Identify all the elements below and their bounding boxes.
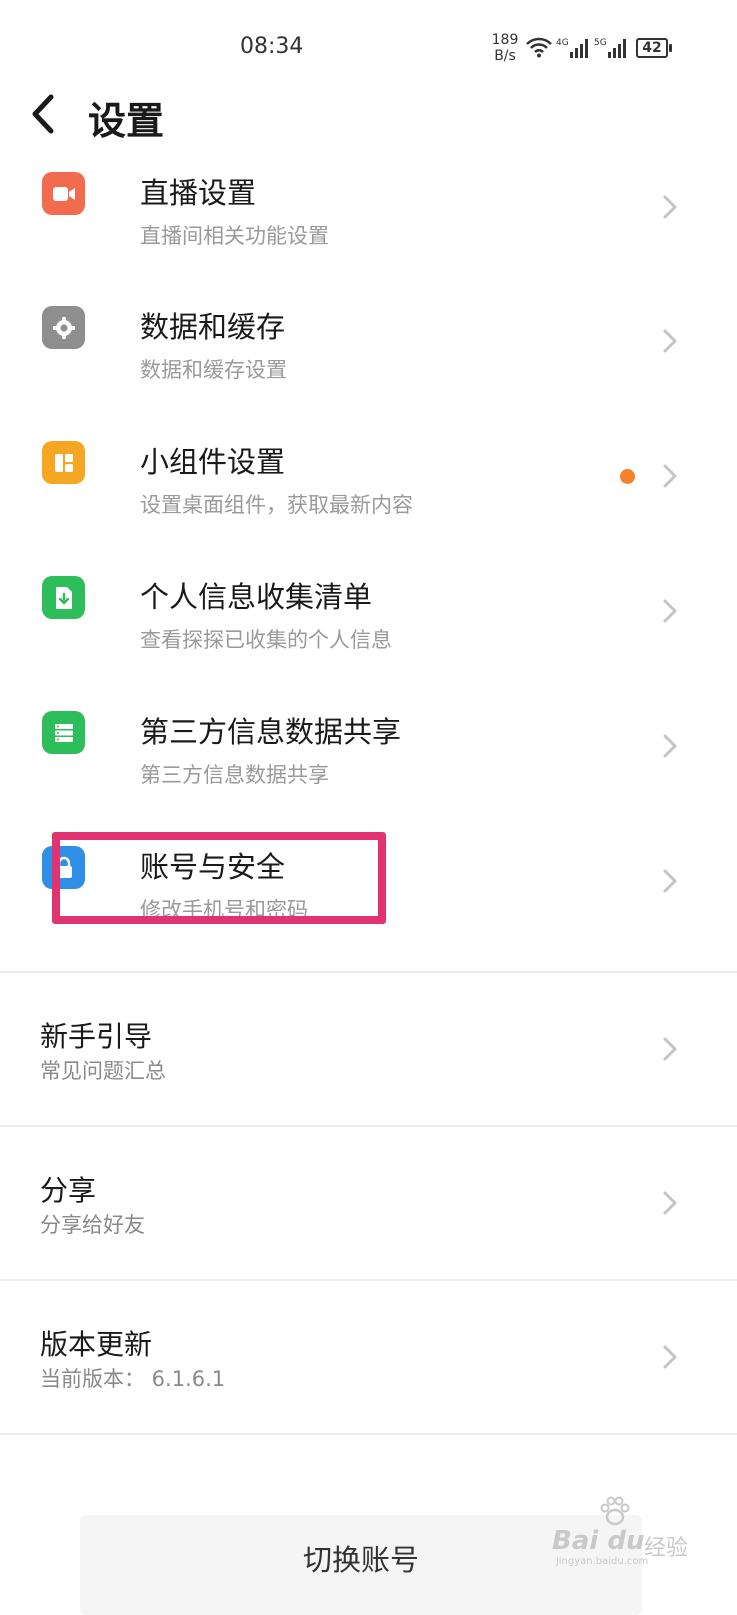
battery-icon: 42 xyxy=(636,38,672,58)
section-subtitle: 分享给好友 xyxy=(40,1213,145,1237)
section-version-update[interactable]: 版本更新 当前版本： 6.1.6.1 xyxy=(0,1281,737,1433)
status-time: 08:34 xyxy=(240,34,304,59)
highlight-annotation-box xyxy=(52,832,386,924)
network-speed-value: 189 xyxy=(491,32,519,48)
paw-icon xyxy=(598,1496,632,1530)
settings-item-title: 个人信息收集清单 xyxy=(140,580,373,614)
chevron-right-icon xyxy=(660,596,680,626)
settings-item-subtitle: 数据和缓存设置 xyxy=(140,358,287,382)
settings-item-title: 数据和缓存 xyxy=(140,310,286,344)
section-subtitle: 当前版本： 6.1.6.1 xyxy=(40,1367,226,1391)
section-beginner-guide[interactable]: 新手引导 常见问题汇总 xyxy=(0,973,737,1125)
network-speed-unit: B/s xyxy=(494,48,516,64)
settings-item-live[interactable]: 直播设置 直播间相关功能设置 xyxy=(0,166,737,296)
server-list-icon xyxy=(42,711,85,754)
widget-icon xyxy=(42,441,85,484)
settings-item-title: 直播设置 xyxy=(140,176,257,210)
svg-text:5G: 5G xyxy=(594,38,607,48)
chevron-right-icon xyxy=(660,866,680,896)
notification-dot xyxy=(620,469,635,484)
video-camera-icon xyxy=(42,172,85,215)
chevron-right-icon xyxy=(660,1034,680,1064)
watermark-brand: Bai du xyxy=(552,1526,645,1556)
chevron-right-icon xyxy=(660,1342,680,1372)
status-bar: 08:34 189 B/s 4G 5G 42 xyxy=(0,0,737,80)
wifi-icon xyxy=(526,36,552,62)
chevron-right-icon xyxy=(660,1188,680,1218)
settings-item-subtitle: 查看探探已收集的个人信息 xyxy=(140,628,392,652)
watermark-sub: 经验 xyxy=(644,1536,689,1561)
settings-item-subtitle: 直播间相关功能设置 xyxy=(140,224,329,248)
chevron-left-icon xyxy=(29,94,55,138)
section-title: 新手引导 xyxy=(40,1020,153,1053)
back-button[interactable] xyxy=(22,92,62,140)
chevron-right-icon xyxy=(660,731,680,761)
settings-item-subtitle: 设置桌面组件，获取最新内容 xyxy=(140,493,413,517)
file-download-icon xyxy=(42,576,85,619)
signal-5g-icon: 5G xyxy=(594,36,628,64)
section-subtitle: 常见问题汇总 xyxy=(40,1059,166,1083)
settings-item-subtitle: 第三方信息数据共享 xyxy=(140,763,329,787)
baidu-watermark: Bai du 经验 jingyan.baidu.com xyxy=(552,1496,692,1568)
settings-item-personal-info[interactable]: 个人信息收集清单 查看探探已收集的个人信息 xyxy=(0,570,737,700)
chevron-right-icon xyxy=(660,192,680,222)
network-speed: 189 B/s xyxy=(490,32,520,64)
section-share[interactable]: 分享 分享给好友 xyxy=(0,1127,737,1279)
settings-item-data-cache[interactable]: 数据和缓存 数据和缓存设置 xyxy=(0,300,737,430)
watermark-url: jingyan.baidu.com xyxy=(556,1556,649,1567)
settings-item-title: 第三方信息数据共享 xyxy=(140,715,402,749)
section-title: 版本更新 xyxy=(40,1328,153,1361)
signal-4g-icon: 4G xyxy=(556,36,590,64)
chevron-right-icon xyxy=(660,461,680,491)
settings-item-third-party-sharing[interactable]: 第三方信息数据共享 第三方信息数据共享 xyxy=(0,705,737,835)
gear-icon xyxy=(42,306,85,349)
app-header: 设置 xyxy=(0,84,737,148)
settings-item-widget[interactable]: 小组件设置 设置桌面组件，获取最新内容 xyxy=(0,435,737,565)
chevron-right-icon xyxy=(660,326,680,356)
svg-text:4G: 4G xyxy=(556,38,569,48)
settings-item-title: 小组件设置 xyxy=(140,445,286,479)
section-title: 分享 xyxy=(40,1174,97,1207)
divider xyxy=(0,1433,737,1435)
page-title: 设置 xyxy=(88,99,165,143)
